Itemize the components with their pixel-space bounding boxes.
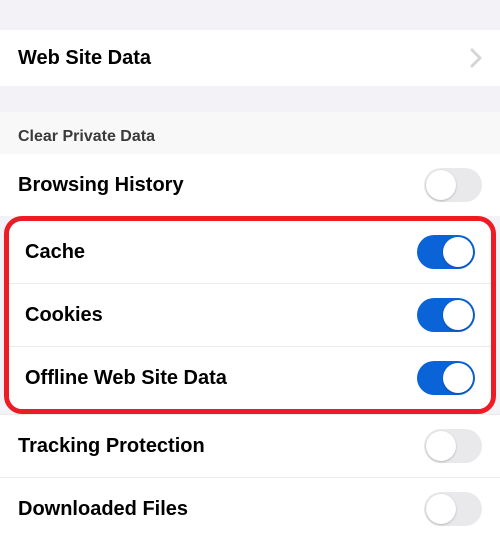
tracking-protection-row: Tracking Protection <box>0 414 500 477</box>
chevron-right-icon <box>470 48 482 68</box>
cookies-row: Cookies <box>9 284 491 347</box>
tracking-protection-label: Tracking Protection <box>18 435 205 458</box>
cookies-toggle[interactable] <box>417 298 475 332</box>
highlighted-group: Cache Cookies Offline Web Site Data <box>4 216 496 414</box>
offline-web-site-data-label: Offline Web Site Data <box>25 367 227 390</box>
browsing-history-toggle[interactable] <box>424 168 482 202</box>
tracking-protection-toggle[interactable] <box>424 429 482 463</box>
downloaded-files-toggle[interactable] <box>424 492 482 526</box>
cache-label: Cache <box>25 241 85 264</box>
cache-row: Cache <box>9 221 491 284</box>
downloaded-files-label: Downloaded Files <box>18 498 188 521</box>
offline-web-site-data-row: Offline Web Site Data <box>9 347 491 409</box>
offline-web-site-data-toggle[interactable] <box>417 361 475 395</box>
cookies-label: Cookies <box>25 304 103 327</box>
clear-private-data-header: Clear Private Data <box>0 112 500 154</box>
browsing-history-row: Browsing History <box>0 154 500 216</box>
web-site-data-label: Web Site Data <box>18 47 151 70</box>
cache-toggle[interactable] <box>417 235 475 269</box>
downloaded-files-row: Downloaded Files <box>0 477 500 540</box>
browsing-history-label: Browsing History <box>18 174 184 197</box>
web-site-data-row[interactable]: Web Site Data <box>0 30 500 86</box>
